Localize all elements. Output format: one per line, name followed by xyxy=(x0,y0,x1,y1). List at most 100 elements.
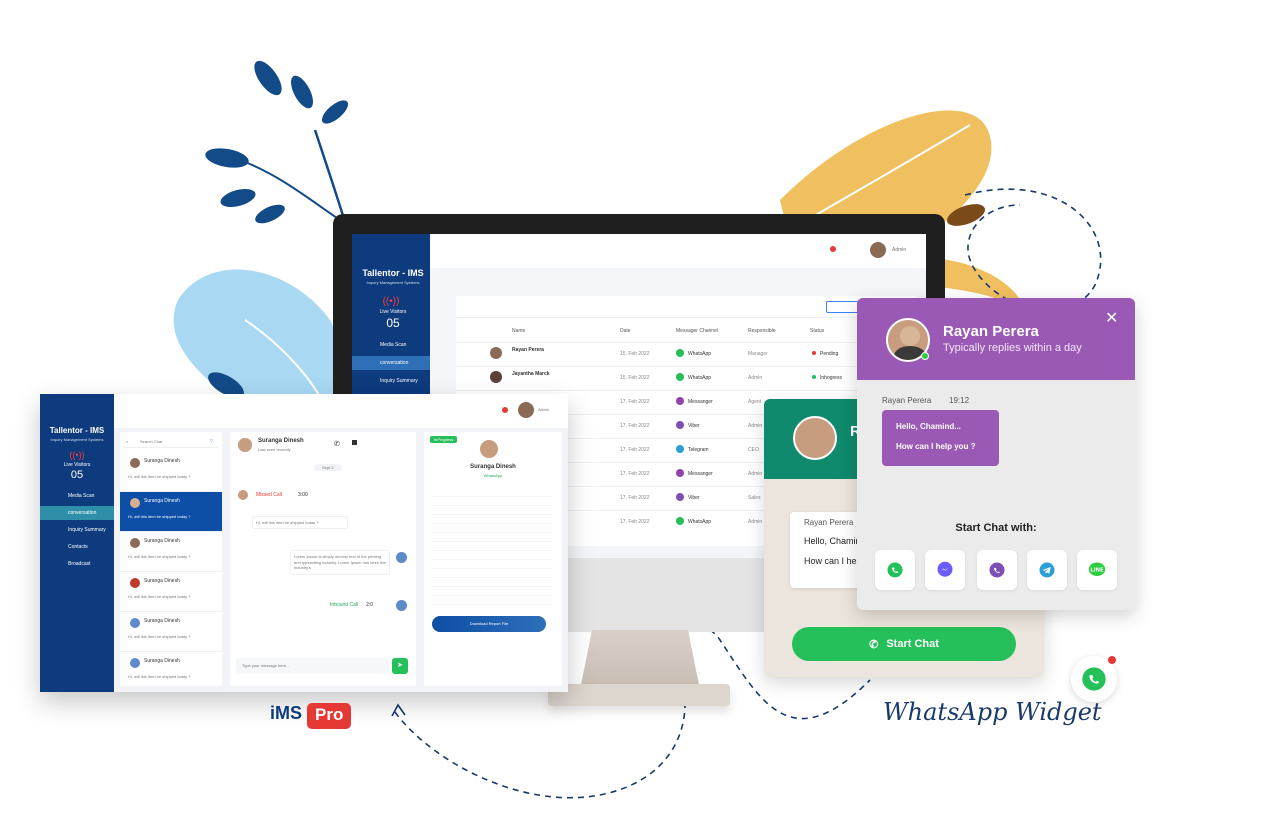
list-item[interactable]: Suranga Dinesh Hi, will this item be shi… xyxy=(120,492,222,532)
viber-icon xyxy=(989,562,1005,578)
telegram-icon xyxy=(676,445,684,453)
row-channel: Telegram xyxy=(688,447,709,453)
col-channel[interactable]: Messager Channel xyxy=(676,328,718,334)
col-name[interactable]: Name xyxy=(512,328,525,334)
list-item[interactable]: Suranga Dinesh Hi, will this item be shi… xyxy=(120,532,222,572)
whatsapp-icon: ✆ xyxy=(869,638,879,651)
inbound-call-time: 2:0 xyxy=(366,602,373,608)
start-chat-button[interactable]: ✆ Start Chat xyxy=(792,627,1016,661)
avatar[interactable] xyxy=(870,242,886,258)
message-sender: Rayan Perera xyxy=(804,518,854,527)
table-row[interactable]: Rayan Perera 15, Feb 2022 WhatsApp Manag… xyxy=(456,342,916,366)
search-bar[interactable]: ⌕ Search Chat ▽ xyxy=(124,436,218,448)
nav-media-scan[interactable]: Media Scan xyxy=(352,338,430,352)
monitor-topbar: Admin xyxy=(430,234,926,268)
missed-call-time: 3:00 xyxy=(298,492,308,498)
row-responsible: Admin xyxy=(748,471,763,477)
avatar xyxy=(396,600,407,611)
front-app-screenshot: Tallentor - IMS Inquiry Management Syste… xyxy=(40,394,568,692)
nav-inquiry-summary[interactable]: Inquiry Summary xyxy=(352,374,430,388)
notification-dot xyxy=(1108,656,1116,664)
contact-name: Suranga Dinesh xyxy=(144,538,180,544)
line-channel-button[interactable]: LINE xyxy=(1077,550,1117,590)
col-status[interactable]: Status xyxy=(810,328,824,334)
contact-preview: Hi, will this item be shipped today ? xyxy=(128,474,191,479)
status-badge: InProgress xyxy=(430,436,458,443)
contact-preview: Hi, will this item be shipped today ? xyxy=(128,674,191,679)
avatar xyxy=(238,490,248,500)
close-icon[interactable]: ✕ xyxy=(1105,308,1118,328)
viber-channel-button[interactable] xyxy=(977,550,1017,590)
download-report-button[interactable]: Download Report File xyxy=(432,616,546,632)
row-channel: Messanger xyxy=(688,399,713,405)
whatsapp-icon xyxy=(676,517,684,525)
user-name[interactable]: Admin xyxy=(892,247,906,253)
nav-inquiry-summary[interactable]: Inquiry Summary xyxy=(40,523,114,537)
row-channel: Messanger xyxy=(688,471,713,477)
nav-conversation[interactable]: conversation xyxy=(40,506,114,520)
ims-logo: iMS xyxy=(270,703,303,723)
user-name[interactable]: Admin xyxy=(538,407,549,412)
status-dot xyxy=(812,351,816,355)
nav-conversation[interactable]: conversation xyxy=(352,356,430,370)
viber-icon xyxy=(676,493,684,501)
chat-name: Suranga Dinesh xyxy=(258,438,304,444)
avatar xyxy=(396,552,407,563)
search-input[interactable]: Search Chat xyxy=(140,439,162,444)
row-channel: WhatsApp xyxy=(688,519,712,525)
telegram-channel-button[interactable] xyxy=(1027,550,1067,590)
avatar[interactable] xyxy=(518,402,534,418)
message-time: 19:12 xyxy=(949,396,970,405)
list-item[interactable]: Suranga Dinesh Hi, will this item be shi… xyxy=(120,452,222,492)
message-input[interactable]: Type your message here... xyxy=(236,658,390,674)
message-in: Hi, will this item be shipped today ? xyxy=(252,516,348,529)
nav-media-scan[interactable]: Media Scan xyxy=(40,489,114,503)
nav-contacts[interactable]: Contacts xyxy=(40,540,114,554)
avatar xyxy=(130,658,140,668)
col-responsible[interactable]: Responsible xyxy=(748,328,776,334)
live-visitors-count: 05 xyxy=(70,469,84,481)
live-radar-icon: ((•)) xyxy=(69,450,85,460)
row-date: 17, Feb 2022 xyxy=(620,519,650,525)
messenger-channel-button[interactable] xyxy=(925,550,965,590)
nav-broadcast[interactable]: Broadcast xyxy=(40,557,114,571)
phone-icon[interactable]: ✆ xyxy=(334,440,340,448)
message-line-2: How can I hel xyxy=(804,556,859,566)
message-line-1: Hello, Chamind... xyxy=(896,422,961,431)
status-dot xyxy=(812,375,816,379)
row-name: Rayan Perera xyxy=(512,347,544,353)
contact-name: Suranga Dinesh xyxy=(144,498,180,504)
send-button[interactable]: ➤ xyxy=(392,658,408,674)
row-date: 15, Feb 2022 xyxy=(620,351,650,357)
stop-icon[interactable] xyxy=(352,440,357,445)
list-item[interactable]: Suranga Dinesh Hi, will this item be shi… xyxy=(120,572,222,612)
filter-icon[interactable]: ▽ xyxy=(210,438,213,443)
row-channel: Viber xyxy=(688,423,700,429)
message-line-2: How can I help you ? xyxy=(896,442,976,451)
svg-text:LINE: LINE xyxy=(1090,568,1104,574)
contact-preview: Hi, will this item be shipped today ? xyxy=(128,634,191,639)
contact-preview: Hi, will this item be shipped today ? xyxy=(128,514,191,519)
list-item[interactable]: Suranga Dinesh Hi, will this item be shi… xyxy=(120,612,222,652)
row-status: Inhogress xyxy=(820,375,842,381)
table-row[interactable]: Jayantha Marck 15, Feb 2022 WhatsApp Adm… xyxy=(456,366,916,390)
live-indicator-icon xyxy=(502,407,508,413)
whatsapp-channel-button[interactable] xyxy=(875,550,915,590)
contact-preview: Hi, will this item be shipped today ? xyxy=(128,554,191,559)
list-item[interactable]: Suranga Dinesh Hi, will this item be shi… xyxy=(120,652,222,692)
message-input-placeholder: Type your message here... xyxy=(242,663,290,668)
missed-call-label: Missed Call xyxy=(256,492,282,498)
chat-sub: Last seen recently xyxy=(258,447,291,452)
avatar xyxy=(130,618,140,628)
app-title: Tallentor - IMS xyxy=(362,268,424,278)
row-channel: WhatsApp xyxy=(688,351,712,357)
whatsapp-widget-label: WhatsApp Widget xyxy=(883,698,1102,726)
ims-pro-badge: Pro xyxy=(307,703,352,729)
line-icon: LINE xyxy=(1088,562,1106,576)
app-title: Tallentor - IMS xyxy=(49,426,105,435)
whatsapp-icon xyxy=(1082,667,1106,691)
row-responsible: Admin xyxy=(748,423,763,429)
avatar xyxy=(130,538,140,548)
agent-status: Typically replies within a day xyxy=(943,342,1082,354)
col-date[interactable]: Date xyxy=(620,328,631,334)
